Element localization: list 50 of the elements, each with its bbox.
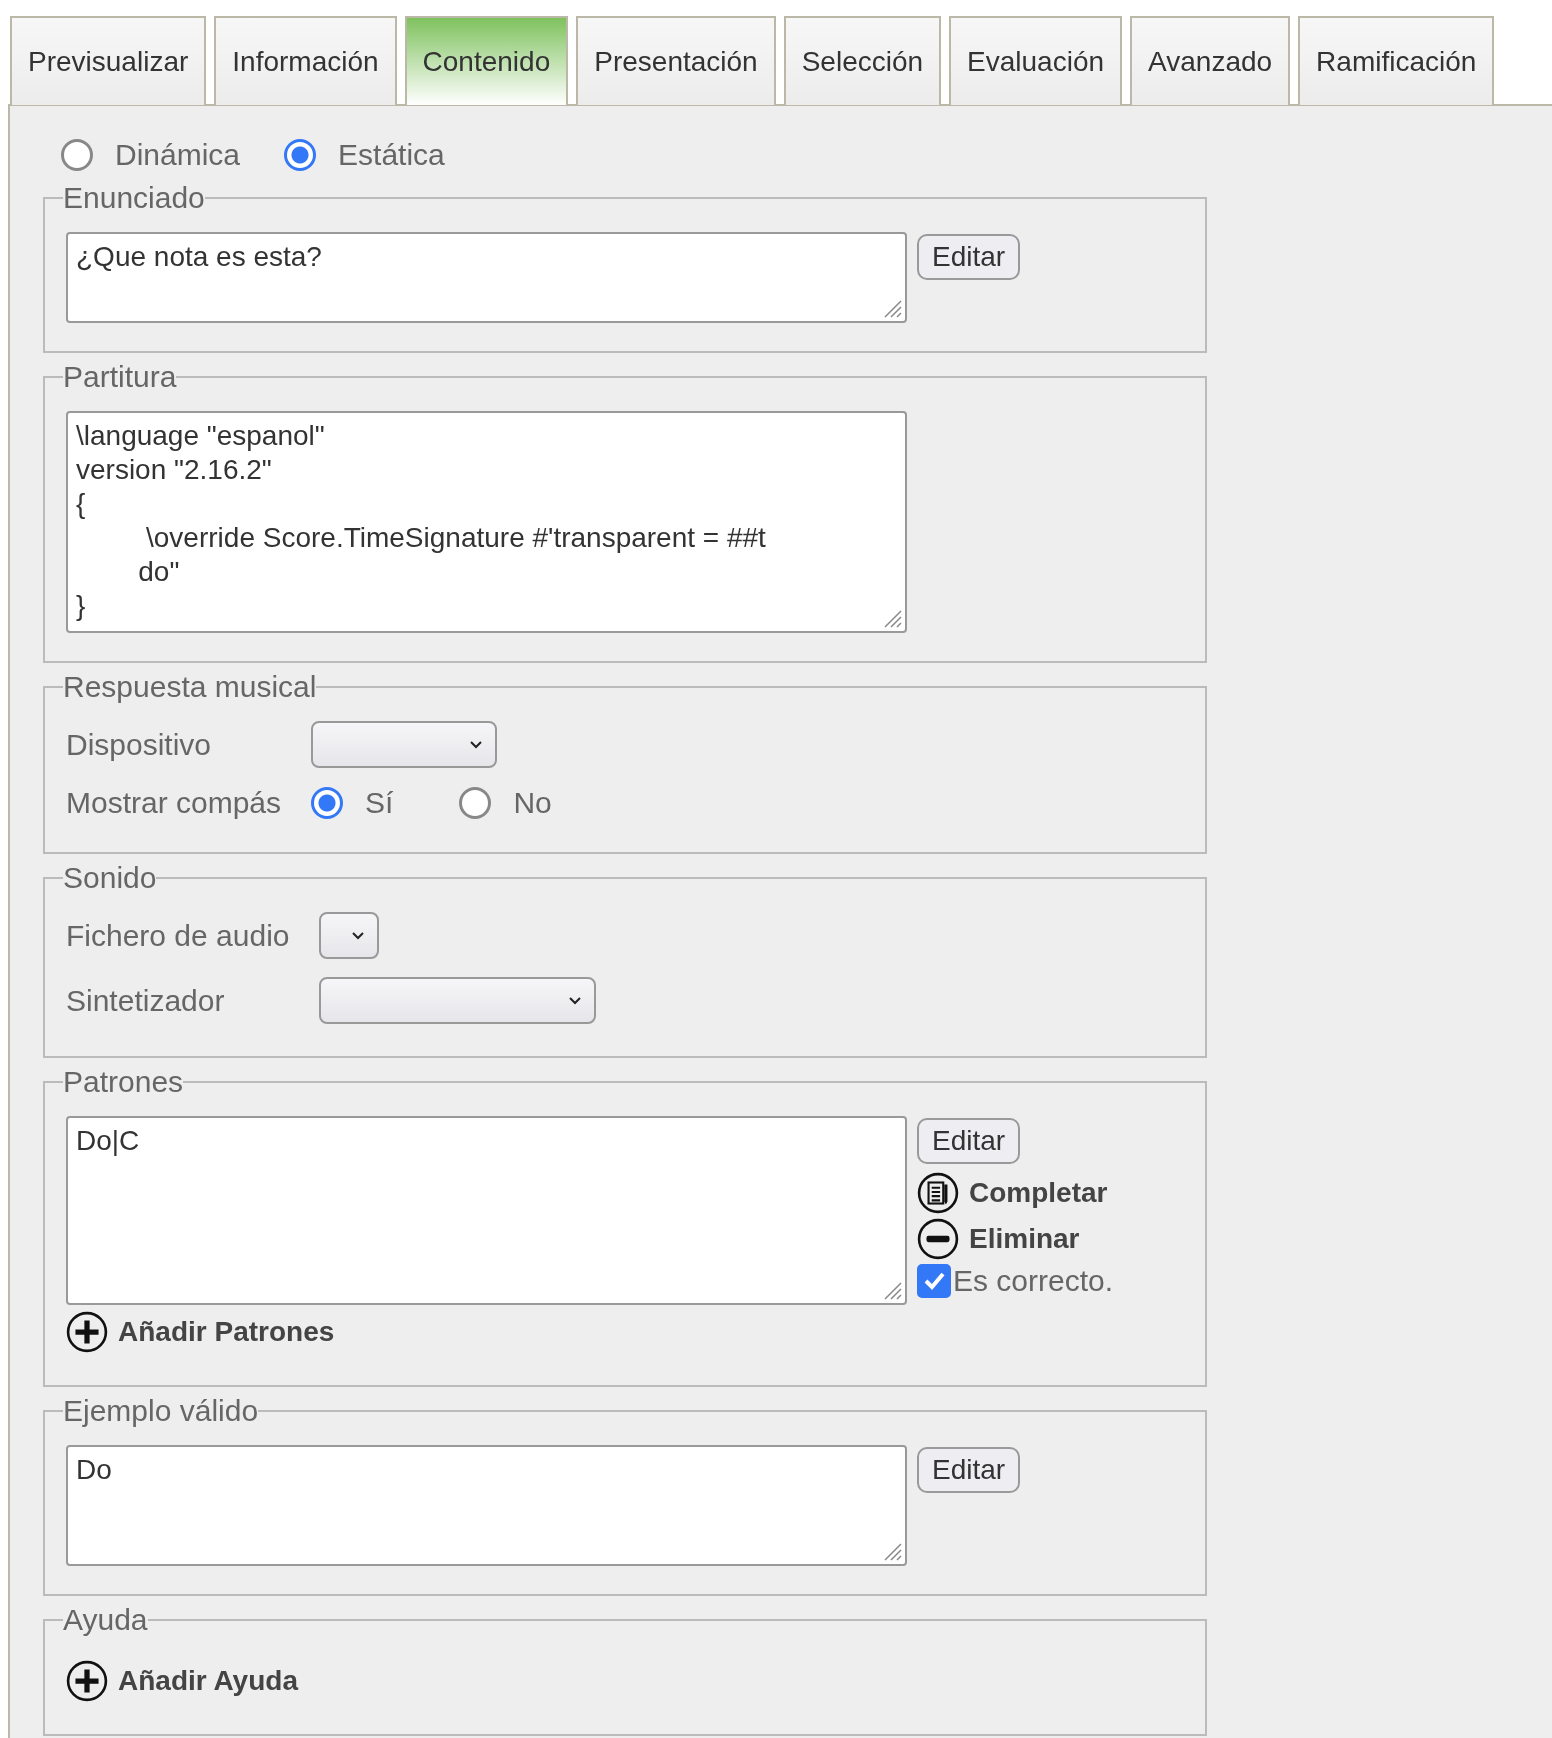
delete-link[interactable]: Eliminar bbox=[969, 1223, 1080, 1255]
tab[interactable]: Contenido bbox=[404, 16, 569, 105]
complete-link[interactable]: Completar bbox=[969, 1177, 1108, 1209]
dropdown[interactable] bbox=[319, 912, 380, 959]
dropdown[interactable] bbox=[311, 721, 498, 768]
text-area[interactable]: Do bbox=[66, 1445, 907, 1566]
tab[interactable]: Avanzado bbox=[1130, 16, 1291, 105]
checkbox[interactable] bbox=[917, 1264, 951, 1298]
radio-button[interactable] bbox=[284, 139, 317, 171]
field-label: Sintetizador bbox=[66, 983, 225, 1018]
edit-button[interactable]: Editar bbox=[917, 234, 1021, 280]
fieldset-legend: Sonido bbox=[63, 862, 157, 894]
fieldset-legend: Partitura bbox=[63, 361, 177, 393]
tab[interactable]: Presentación bbox=[576, 16, 776, 105]
edit-button[interactable]: Editar bbox=[917, 1118, 1021, 1164]
notes-icon[interactable] bbox=[917, 1172, 959, 1214]
fieldset-legend: Respuesta musical bbox=[63, 671, 317, 703]
tab[interactable]: Ramificación bbox=[1298, 16, 1495, 105]
fieldset-legend: Patrones bbox=[63, 1066, 184, 1098]
minus-icon[interactable] bbox=[917, 1218, 959, 1260]
field-label: Mostrar compás bbox=[66, 786, 282, 820]
radio-label: Sí bbox=[365, 786, 394, 820]
radio-label: No bbox=[513, 786, 552, 820]
add-link[interactable]: Añadir Ayuda bbox=[118, 1665, 298, 1697]
radio-label: Dinámica bbox=[115, 138, 241, 172]
add-link[interactable]: Añadir Patrones bbox=[118, 1316, 335, 1348]
plus-icon[interactable] bbox=[66, 1660, 108, 1702]
chevron-down-icon bbox=[469, 740, 484, 750]
radio-button[interactable] bbox=[311, 787, 344, 819]
field-label: Fichero de audio bbox=[66, 918, 290, 953]
fieldset-legend: Enunciado bbox=[63, 182, 205, 214]
chevron-down-icon bbox=[568, 996, 583, 1006]
radio-button[interactable] bbox=[61, 139, 93, 171]
fieldset-legend: Ayuda bbox=[63, 1604, 148, 1636]
text-area[interactable]: ¿Que nota es esta? bbox=[66, 232, 907, 323]
tab[interactable]: Previsualizar bbox=[10, 16, 207, 105]
radio-label: Estática bbox=[338, 138, 445, 172]
radio-button[interactable] bbox=[459, 787, 492, 819]
text-area[interactable]: Do|C bbox=[66, 1116, 907, 1305]
tab[interactable]: Evaluación bbox=[949, 16, 1123, 105]
field-label: Dispositivo bbox=[66, 727, 212, 762]
dropdown[interactable] bbox=[319, 977, 597, 1024]
tab[interactable]: Selección bbox=[783, 16, 942, 105]
text-area[interactable]: \language "espanol" version "2.16.2" { \override Score.TimeSignature #'transparent = ##t do" } bbox=[66, 411, 907, 633]
chevron-down-icon bbox=[351, 931, 366, 941]
edit-button[interactable]: Editar bbox=[917, 1447, 1021, 1493]
checkbox-label: Es correcto. bbox=[953, 1264, 1114, 1298]
fieldset-legend: Ejemplo válido bbox=[63, 1395, 259, 1427]
plus-icon[interactable] bbox=[66, 1311, 108, 1353]
tab[interactable]: Información bbox=[214, 16, 397, 105]
